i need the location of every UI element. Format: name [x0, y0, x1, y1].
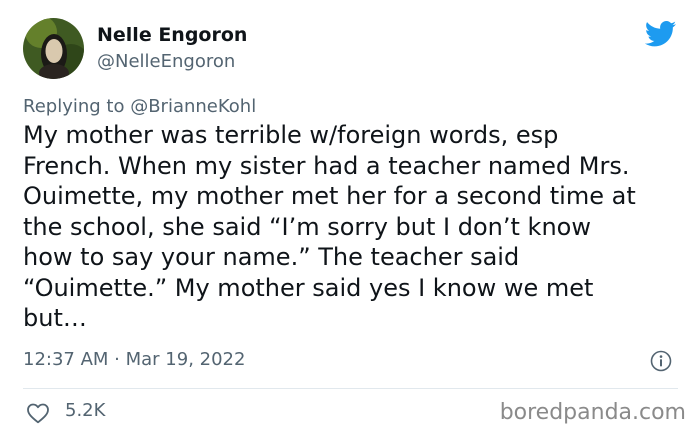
- tweet-card: Nelle Engoron @NelleEngoron Replying to …: [0, 0, 700, 441]
- heart-icon[interactable]: [26, 402, 50, 424]
- tweet-text: My mother was terrible w/foreign words, …: [23, 121, 636, 332]
- twitter-bird-icon[interactable]: [645, 21, 677, 47]
- author-handle[interactable]: @NelleEngoron: [97, 51, 235, 72]
- replying-to: Replying to @BrianneKohl: [23, 96, 256, 117]
- author-display-name[interactable]: Nelle Engoron: [97, 24, 247, 46]
- avatar[interactable]: [23, 18, 84, 79]
- replying-to-handle[interactable]: @BrianneKohl: [130, 96, 256, 117]
- replying-to-prefix: Replying to: [23, 96, 131, 117]
- tweet-timestamp[interactable]: 12:37 AM · Mar 19, 2022: [23, 349, 245, 370]
- like-count[interactable]: 5.2K: [65, 400, 105, 421]
- divider: [23, 388, 678, 389]
- info-icon[interactable]: [650, 350, 672, 372]
- watermark: boredpanda.com: [499, 400, 686, 425]
